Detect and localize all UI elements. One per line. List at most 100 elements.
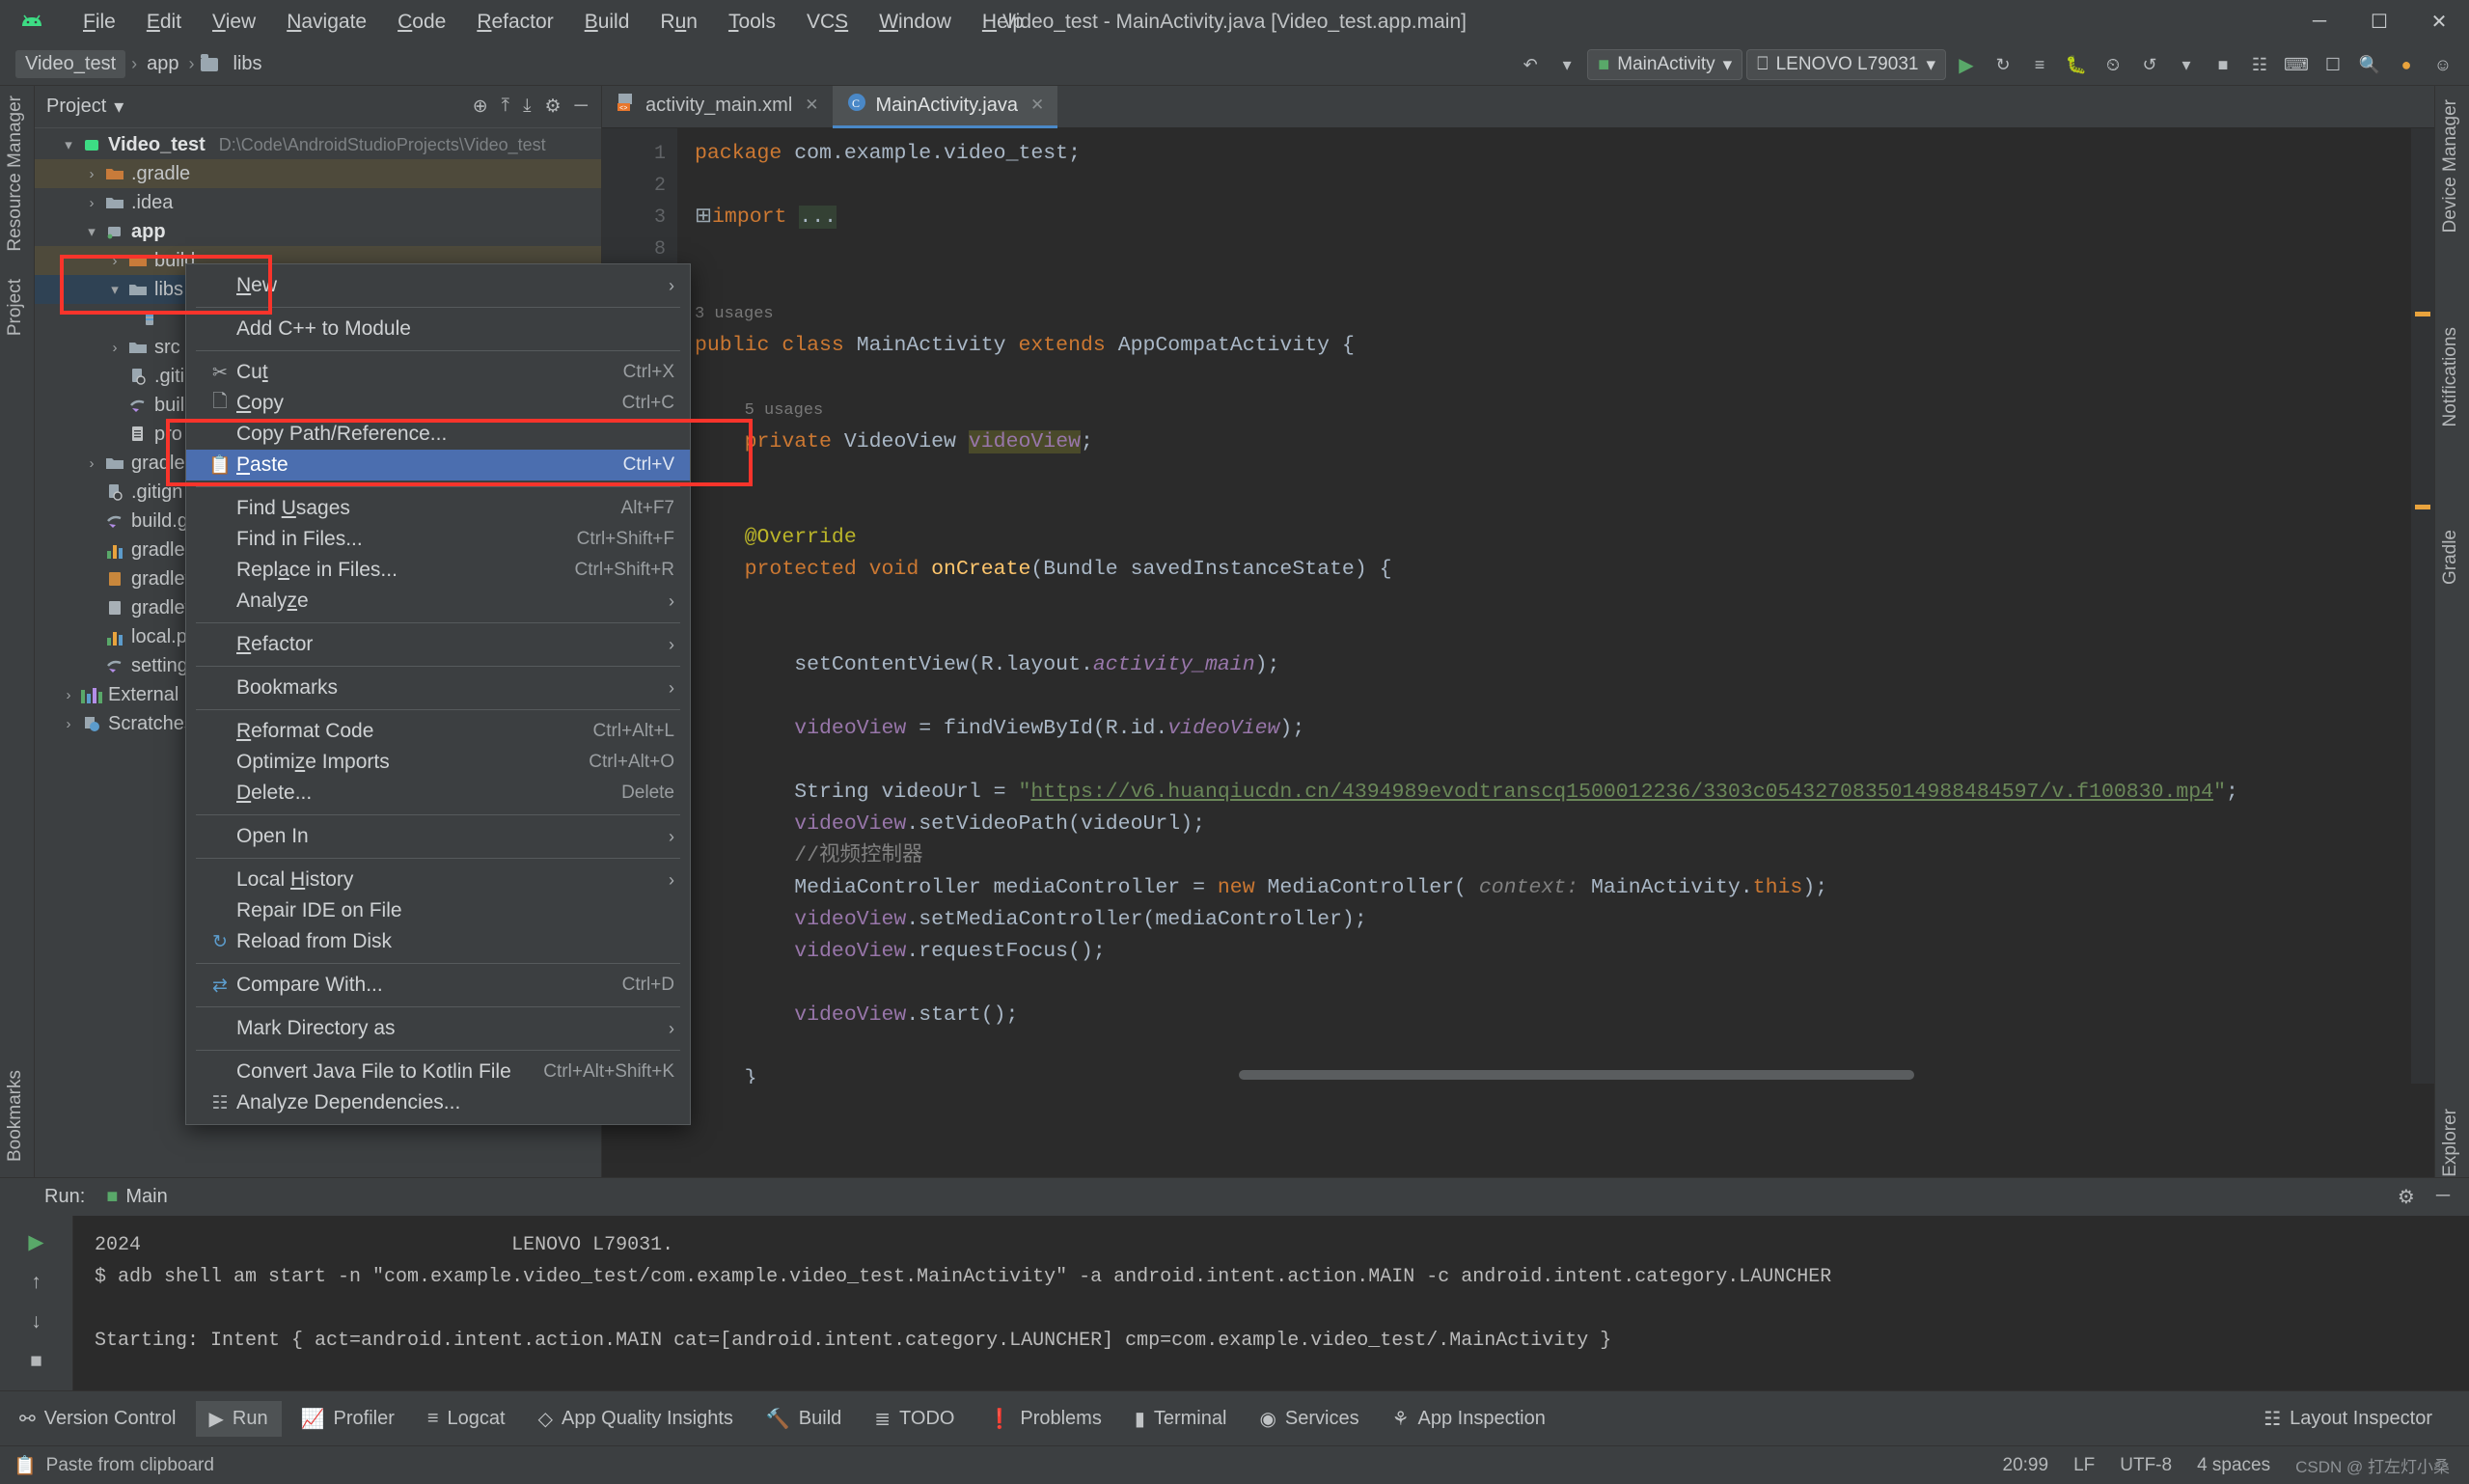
menu-item-replace-in-files[interactable]: Replace in Files... Ctrl+Shift+R: [186, 555, 690, 586]
chevron-down-icon-more[interactable]: ▾: [2170, 49, 2203, 80]
tree-row-gradle-dir[interactable]: › .gradle: [35, 159, 601, 188]
menu-refactor[interactable]: Refactor: [461, 7, 568, 38]
chevron-right-icon-build[interactable]: ›: [104, 253, 125, 269]
rail-device-manager[interactable]: Device Manager: [2440, 99, 2461, 233]
chevron-down-icon-project[interactable]: ▾: [114, 95, 123, 119]
rail-bookmarks[interactable]: Bookmarks: [5, 1070, 26, 1162]
menu-item-add-cpp[interactable]: Add C++ to Module: [186, 314, 690, 344]
rail-gradle[interactable]: Gradle: [2440, 530, 2461, 585]
account-icon[interactable]: ☺: [2427, 49, 2459, 80]
tree-row-idea[interactable]: › .idea: [35, 188, 601, 217]
warning-marker[interactable]: [2415, 312, 2430, 316]
search-icon[interactable]: 🔍: [2353, 49, 2386, 80]
menu-item-open-in[interactable]: Open In ›: [186, 821, 690, 852]
locate-icon[interactable]: ⊕: [473, 96, 488, 118]
chevron-down-icon-undo[interactable]: ▾: [1550, 49, 1583, 80]
menu-item-copy-path[interactable]: Copy Path/Reference...: [186, 419, 690, 450]
menu-navigate[interactable]: Navigate: [271, 7, 382, 38]
sdk-manager-icon[interactable]: ☷: [2243, 49, 2276, 80]
breadcrumb-app[interactable]: app: [143, 51, 182, 77]
menu-item-find-usages[interactable]: Find Usages Alt+F7: [186, 493, 690, 524]
menu-item-cut[interactable]: ✂ Cut Ctrl+X: [186, 357, 690, 388]
menu-edit[interactable]: Edit: [131, 7, 197, 38]
menu-build[interactable]: Build: [569, 7, 645, 38]
menu-tools[interactable]: Tools: [713, 7, 791, 38]
tab-activity-main-xml[interactable]: <> activity_main.xml ✕: [602, 86, 833, 128]
bottom-item-services[interactable]: ◉ Services: [1246, 1401, 1372, 1437]
menu-item-analyze-dependencies[interactable]: ☷ Analyze Dependencies...: [186, 1087, 690, 1118]
chevron-right-icon-scratch[interactable]: ›: [58, 716, 79, 732]
debug-button[interactable]: 🐛: [2060, 49, 2093, 80]
bottom-item-build[interactable]: 🔨 Build: [753, 1401, 855, 1437]
bottom-item-profiler[interactable]: 📈 Profiler: [288, 1401, 408, 1437]
stop-icon[interactable]: ■: [2207, 49, 2239, 80]
chevron-right-icon-gradle[interactable]: ›: [81, 455, 102, 472]
bottom-item-layout-inspector[interactable]: ☷ Layout Inspector: [2250, 1401, 2446, 1437]
stop-icon-run[interactable]: ■: [30, 1350, 42, 1373]
file-encoding[interactable]: UTF-8: [2120, 1455, 2172, 1476]
run-configuration-selector[interactable]: ■ MainActivity ▾: [1587, 49, 1742, 80]
status-right-group[interactable]: 20:99 LF UTF-8 4 spaces CSDN @ 打左灯小桑: [2003, 1453, 2469, 1477]
gear-icon-run[interactable]: ⚙: [2398, 1185, 2415, 1209]
menu-item-delete[interactable]: Delete... Delete: [186, 778, 690, 809]
chevron-right-icon[interactable]: ›: [81, 166, 102, 182]
bottom-item-run[interactable]: ▶ Run: [196, 1401, 282, 1437]
apply-changes-icon[interactable]: ↻: [1987, 49, 2019, 80]
bottom-item-app-inspection[interactable]: ⚘ App Inspection: [1379, 1401, 1559, 1437]
rail-project[interactable]: Project: [5, 279, 26, 336]
chevron-expanded-icon[interactable]: ▾: [58, 136, 79, 153]
tree-row-app[interactable]: ▾ app: [35, 217, 601, 246]
close-icon-tab1[interactable]: ✕: [805, 96, 818, 115]
menu-item-optimize-imports[interactable]: Optimize Imports Ctrl+Alt+O: [186, 747, 690, 778]
menu-item-reload-from-disk[interactable]: ↻ Reload from Disk: [186, 926, 690, 957]
profile-icon[interactable]: ⏲: [2097, 49, 2129, 80]
chevron-right-icon-idea[interactable]: ›: [81, 195, 102, 211]
menu-window[interactable]: Window: [864, 7, 967, 38]
indent-setting[interactable]: 4 spaces: [2197, 1455, 2270, 1476]
menu-item-mark-directory-as[interactable]: Mark Directory as ›: [186, 1013, 690, 1044]
bottom-item-logcat[interactable]: ≡ Logcat: [414, 1402, 519, 1436]
tree-row-video-test[interactable]: ▾ Video_test D:\Code\AndroidStudioProjec…: [35, 130, 601, 159]
minimize-button[interactable]: ─: [2290, 0, 2349, 43]
chevron-right-icon-ext[interactable]: ›: [58, 687, 79, 703]
apply-code-changes-icon[interactable]: ≡: [2023, 49, 2056, 80]
chevron-expanded-icon-app[interactable]: ▾: [81, 223, 102, 240]
settings-icon[interactable]: ●: [2390, 49, 2423, 80]
menu-bar[interactable]: FFileile Edit View Navigate Code Refacto…: [68, 7, 1039, 38]
hide-panel-icon[interactable]: ─: [575, 96, 588, 118]
caret-position[interactable]: 20:99: [2003, 1455, 2049, 1476]
close-button[interactable]: ✕: [2409, 0, 2469, 43]
rail-notifications[interactable]: Notifications: [2440, 327, 2461, 427]
undo-icon[interactable]: ↶: [1514, 49, 1547, 80]
breadcrumb[interactable]: Video_test › app › libs: [15, 50, 266, 78]
menu-file[interactable]: FFileile: [68, 7, 131, 38]
chevron-expanded-icon-libs[interactable]: ▾: [104, 281, 125, 298]
menu-item-copy[interactable]: 🗋 Copy Ctrl+C: [186, 388, 690, 419]
horizontal-scrollbar[interactable]: [1239, 1070, 1914, 1080]
maximize-button[interactable]: ☐: [2349, 0, 2409, 43]
menu-item-analyze[interactable]: Analyze ›: [186, 586, 690, 617]
editor-tab-bar[interactable]: <> activity_main.xml ✕ C MainActivity.ja…: [602, 86, 2434, 128]
hide-panel-icon-run[interactable]: ─: [2436, 1185, 2450, 1209]
run-button[interactable]: ▶: [1950, 49, 1983, 80]
gear-icon[interactable]: ⚙: [544, 96, 561, 118]
menu-item-compare-with[interactable]: ⇄ Compare With... Ctrl+D: [186, 970, 690, 1001]
bottom-item-terminal[interactable]: ▮ Terminal: [1121, 1401, 1241, 1437]
menu-item-paste[interactable]: 📋 Paste Ctrl+V: [186, 450, 690, 481]
expand-all-icon[interactable]: ⤒: [502, 96, 509, 118]
menu-item-local-history[interactable]: Local History ›: [186, 865, 690, 895]
menu-code[interactable]: Code: [382, 7, 461, 38]
window-controls[interactable]: ─ ☐ ✕: [2290, 0, 2469, 43]
line-separator[interactable]: LF: [2073, 1455, 2095, 1476]
project-panel-tools[interactable]: ⊕ ⤒ ⤓ ⚙ ─: [473, 96, 601, 118]
up-icon[interactable]: ↑: [31, 1271, 41, 1294]
menu-item-new[interactable]: New ›: [186, 270, 690, 301]
menu-item-repair-ide[interactable]: Repair IDE on File: [186, 895, 690, 926]
code-text[interactable]: package com.example.video_test; ⊞import …: [695, 138, 2434, 1084]
menu-item-convert-java-to-kotlin[interactable]: Convert Java File to Kotlin File Ctrl+Al…: [186, 1057, 690, 1087]
menu-item-bookmarks[interactable]: Bookmarks ›: [186, 673, 690, 703]
menu-item-refactor[interactable]: Refactor ›: [186, 629, 690, 660]
device-mirror-icon[interactable]: ☐: [2317, 49, 2349, 80]
run-panel-tab[interactable]: ■ Main: [106, 1186, 167, 1208]
menu-item-find-in-files[interactable]: Find in Files... Ctrl+Shift+F: [186, 524, 690, 555]
